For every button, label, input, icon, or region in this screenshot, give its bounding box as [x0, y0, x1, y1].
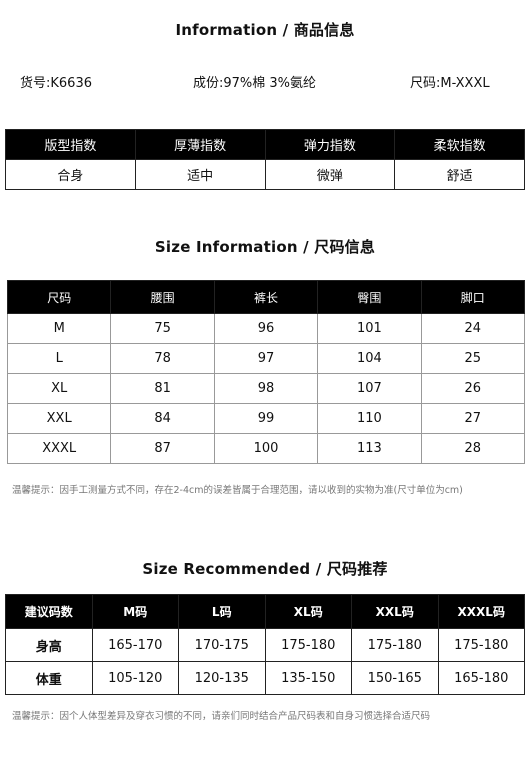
table-cell: 合身 — [5, 159, 136, 190]
table-cell: 101 — [317, 313, 422, 344]
table-cell: 78 — [110, 343, 215, 374]
table-cell: 26 — [420, 373, 526, 404]
size-recommended-table: 建议码数 M码 L码 XL码 XXL码 XXXL码 身高 165-170 170… — [5, 594, 525, 695]
table-cell: 135-150 — [264, 661, 352, 695]
item-number: 货号:K6636 — [20, 76, 92, 91]
header-cell: 弹力指数 — [264, 129, 396, 160]
table-cell: 165-180 — [437, 661, 525, 695]
product-info-row: 货号:K6636 成份:97%棉 3%氨纶 尺码:M-XXXL — [0, 72, 530, 91]
header-cell: 脚口 — [420, 280, 526, 314]
table-cell: 87 — [110, 433, 215, 464]
header-cell: L码 — [178, 594, 266, 629]
table-cell: 175-180 — [264, 628, 352, 662]
table-cell: 75 — [110, 313, 215, 344]
header-cell: 裤长 — [213, 280, 319, 314]
table-cell: 165-170 — [91, 628, 179, 662]
table-row: 身高 165-170 170-175 175-180 175-180 175-1… — [5, 628, 525, 662]
table-cell: 24 — [420, 313, 526, 344]
row-header-cell: 体重 — [5, 661, 93, 695]
table-cell: 107 — [317, 373, 422, 404]
header-cell: 建议码数 — [5, 594, 93, 629]
table-cell: L — [6, 343, 112, 374]
table-cell: 150-165 — [351, 661, 439, 695]
header-cell: 臀围 — [317, 280, 422, 314]
table-cell: 170-175 — [178, 628, 266, 662]
table-cell: 98 — [213, 373, 319, 404]
size-range: 尺码:M-XXXL — [410, 76, 490, 91]
table-cell: XL — [6, 373, 112, 404]
table-cell: 适中 — [134, 159, 266, 190]
recommendation-note: 温馨提示：因个人体型差异及穿衣习惯的不同，请亲们同时结合产品尺码表和自身习惯选择… — [12, 711, 431, 722]
table-cell: 100 — [213, 433, 319, 464]
table-row: 体重 105-120 120-135 135-150 150-165 165-1… — [5, 661, 525, 695]
header-cell: 尺码 — [6, 280, 112, 314]
header-cell: 版型指数 — [5, 129, 136, 160]
table-cell: 110 — [317, 403, 422, 434]
table-row: L 78 97 104 25 — [6, 343, 526, 374]
table-row: XXXL 87 100 113 28 — [6, 433, 526, 464]
row-header-cell: 身高 — [5, 628, 93, 662]
table-row: XL 81 98 107 26 — [6, 373, 526, 404]
table-cell: 28 — [420, 433, 526, 464]
table-cell: 113 — [317, 433, 422, 464]
table-cell: 96 — [213, 313, 319, 344]
table-row: XXL 84 99 110 27 — [6, 403, 526, 434]
table-header-row: 尺码 腰围 裤长 臀围 脚口 — [6, 280, 526, 314]
table-header-row: 版型指数 厚薄指数 弹力指数 柔软指数 — [5, 129, 525, 160]
table-cell: 25 — [420, 343, 526, 374]
header-cell: XXL码 — [351, 594, 439, 629]
header-cell: XL码 — [264, 594, 352, 629]
table-cell: 104 — [317, 343, 422, 374]
table-cell: M — [6, 313, 112, 344]
size-information-title: Size Information / 尺码信息 — [154, 238, 376, 256]
header-cell: 柔软指数 — [394, 129, 525, 160]
size-recommended-title: Size Recommended / 尺码推荐 — [142, 560, 388, 578]
table-cell: 97 — [213, 343, 319, 374]
table-cell: XXXL — [6, 433, 112, 464]
table-cell: 175-180 — [437, 628, 525, 662]
header-cell: XXXL码 — [437, 594, 525, 629]
table-cell: 175-180 — [351, 628, 439, 662]
table-cell: 99 — [213, 403, 319, 434]
table-cell: 81 — [110, 373, 215, 404]
table-cell: 84 — [110, 403, 215, 434]
table-cell: 120-135 — [178, 661, 266, 695]
size-information-table: 尺码 腰围 裤长 臀围 脚口 M 75 96 101 24 L 78 97 10… — [6, 280, 526, 464]
header-cell: 厚薄指数 — [134, 129, 266, 160]
table-row: M 75 96 101 24 — [6, 313, 526, 344]
table-cell: 微弹 — [264, 159, 396, 190]
information-title: Information / 商品信息 — [175, 21, 355, 39]
table-header-row: 建议码数 M码 L码 XL码 XXL码 XXXL码 — [5, 594, 525, 629]
composition: 成份:97%棉 3%氨纶 — [193, 76, 317, 91]
table-cell: 105-120 — [91, 661, 179, 695]
measurement-note: 温馨提示：因手工测量方式不同，存在2-4cm的误差皆属于合理范围，请以收到的实物… — [12, 485, 463, 496]
header-cell: 腰围 — [110, 280, 215, 314]
header-cell: M码 — [91, 594, 179, 629]
table-row: 合身 适中 微弹 舒适 — [5, 159, 525, 190]
table-cell: 27 — [420, 403, 526, 434]
table-cell: 舒适 — [394, 159, 525, 190]
table-cell: XXL — [6, 403, 112, 434]
product-index-table: 版型指数 厚薄指数 弹力指数 柔软指数 合身 适中 微弹 舒适 — [5, 129, 525, 190]
